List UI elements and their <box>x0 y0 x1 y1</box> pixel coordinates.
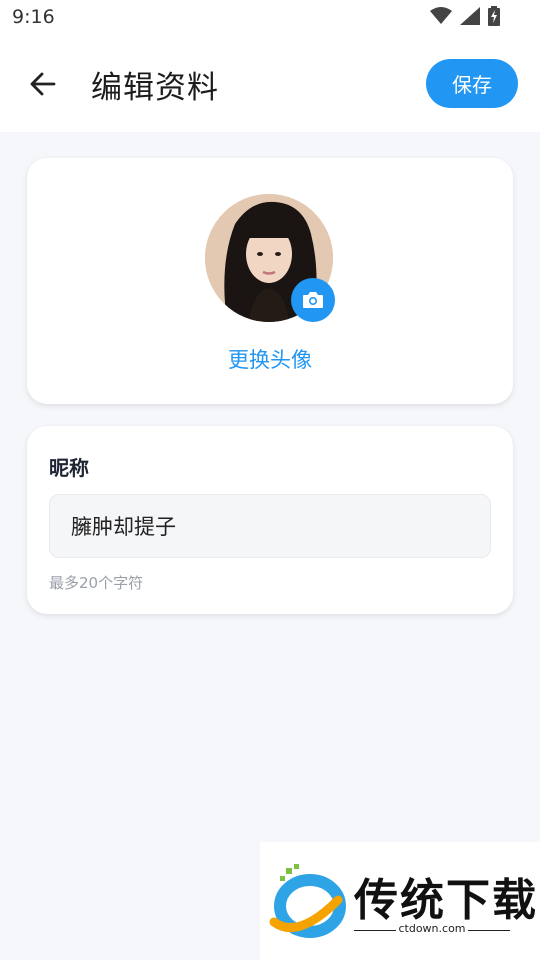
arrow-left-icon <box>30 72 56 96</box>
watermark-url: ctdown.com <box>398 922 466 935</box>
nickname-input[interactable] <box>49 494 491 558</box>
nickname-card: 昵称 最多20个字符 <box>27 426 513 614</box>
back-button[interactable] <box>24 66 60 102</box>
camera-button[interactable] <box>291 278 335 322</box>
change-avatar-link[interactable]: 更换头像 <box>27 344 513 374</box>
watermark-text: 传统下载 <box>354 875 538 926</box>
watermark: 传统下载 ctdown.com <box>260 842 540 960</box>
nickname-label: 昵称 <box>49 456 89 480</box>
app-bar: 编辑资料 保存 <box>0 36 540 132</box>
save-button[interactable]: 保存 <box>426 59 518 108</box>
camera-icon <box>303 292 323 308</box>
watermark-line-right <box>468 930 510 931</box>
avatar-wrapper[interactable] <box>205 194 335 322</box>
status-icons <box>430 6 500 26</box>
watermark-logo <box>269 864 346 938</box>
avatar-card: 更换头像 <box>27 158 513 404</box>
status-bar: 9:16 <box>0 0 540 36</box>
wifi-icon <box>430 7 452 24</box>
nickname-hint: 最多20个字符 <box>49 574 144 592</box>
page-title: 编辑资料 <box>91 70 219 106</box>
battery-charging-icon <box>488 6 500 26</box>
signal-icon <box>460 7 480 25</box>
status-time: 9:16 <box>12 6 55 28</box>
